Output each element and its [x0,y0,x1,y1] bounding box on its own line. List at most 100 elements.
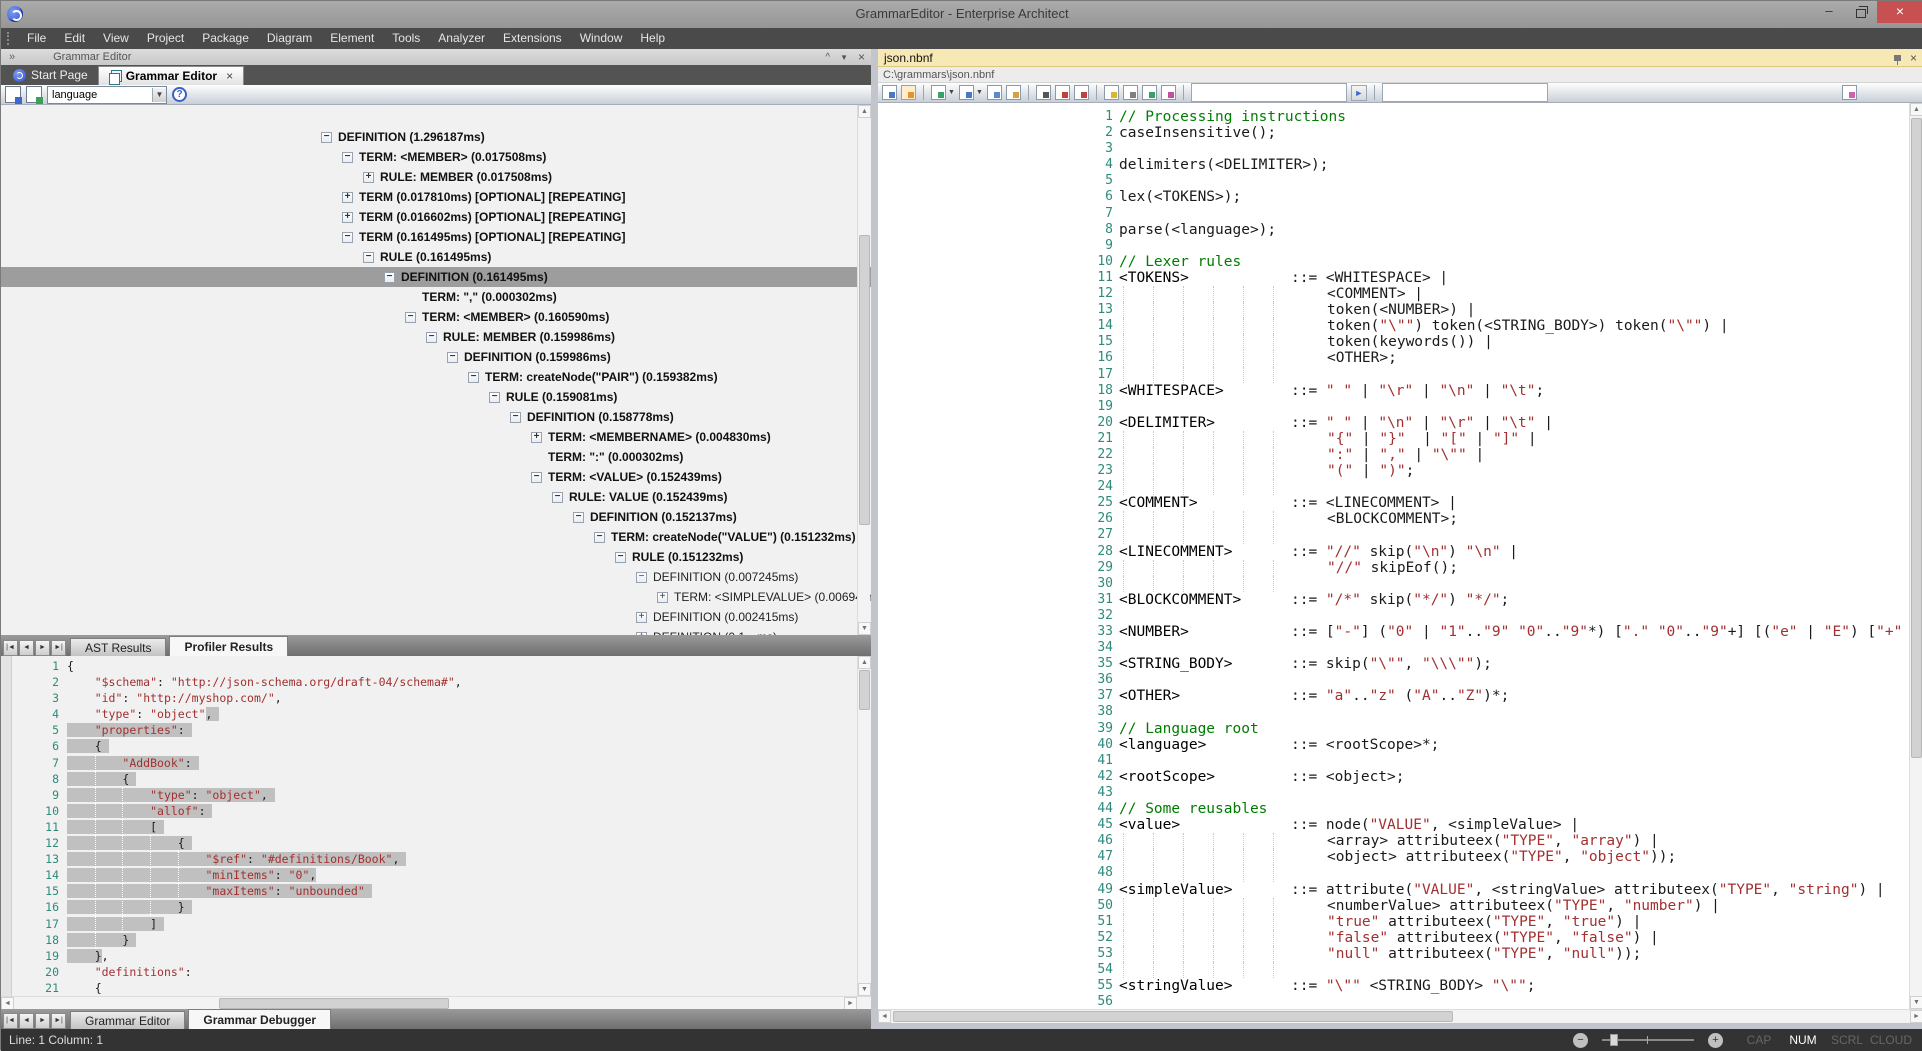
json-horizontal-scrollbar[interactable]: ◄ ► [1,996,871,1009]
scrollbar-thumb[interactable] [893,1011,1453,1022]
source-horizontal-scrollbar[interactable]: ◄ ► [878,1009,1922,1023]
plus-expander-icon[interactable]: + [363,172,374,183]
menu-element[interactable]: Element [321,28,383,49]
scroll-right-icon[interactable]: ► [1910,1010,1922,1023]
tree-row[interactable]: −DEFINITION (0.152137ms) [1,507,871,527]
tree-row[interactable]: −DEFINITION (1.296187ms) [1,127,871,147]
menu-edit[interactable]: Edit [55,28,94,49]
scroll-down-icon[interactable]: ▼ [858,622,871,635]
tree-row[interactable]: +DEFINITION (0.1…ms) [1,627,871,635]
tree-row[interactable]: −TERM: <MEMBER> (0.017508ms) [1,147,871,167]
menu-view[interactable]: View [94,28,138,49]
scrollbar-thumb[interactable] [219,998,449,1009]
tabs-scroll-first-button[interactable]: |◄ [3,640,18,656]
tree-row[interactable]: −RULE (0.151232ms) [1,547,871,567]
menu-file[interactable]: File [18,28,55,49]
edit-mode-icon[interactable] [959,85,974,100]
tab-grammar-debugger[interactable]: Grammar Debugger [188,1009,331,1029]
zoom-slider-thumb[interactable] [1610,1034,1618,1046]
tree-row[interactable]: −DEFINITION (0.158778ms) [1,407,871,427]
scroll-down-icon[interactable]: ▼ [1910,996,1922,1009]
tree-row[interactable]: −RULE (0.161495ms) [1,247,871,267]
tree-row[interactable]: −RULE (0.159081ms) [1,387,871,407]
run-parser-icon[interactable] [26,86,42,103]
scrollbar-thumb[interactable] [859,235,870,525]
minus-expander-icon[interactable]: − [636,572,647,583]
tree-row[interactable]: −TERM: <MEMBER> (0.160590ms) [1,307,871,327]
tabs-scroll-prev-button[interactable]: ◄ [19,640,34,656]
scroll-up-icon[interactable]: ▲ [858,105,871,118]
menu-help[interactable]: Help [631,28,674,49]
menu-project[interactable]: Project [138,28,193,49]
scroll-up-icon[interactable]: ▲ [1910,103,1922,116]
minus-expander-icon[interactable]: − [510,412,521,423]
tree-row[interactable]: −RULE: MEMBER (0.159986ms) [1,327,871,347]
menu-window[interactable]: Window [571,28,632,49]
tabs-scroll-first-button[interactable]: |◄ [3,1013,18,1029]
scroll-up-icon[interactable]: ▲ [858,656,871,669]
tree-row[interactable]: −TERM (0.161495ms) [OPTIONAL] [REPEATING… [1,227,871,247]
minus-expander-icon[interactable]: − [468,372,479,383]
structure-grid-icon[interactable] [1142,85,1157,100]
json-source-editor[interactable]: 1{2 "$schema": "http://json-schema.org/d… [1,656,871,996]
minus-expander-icon[interactable]: − [342,232,353,243]
menu-package[interactable]: Package [193,28,258,49]
minus-expander-icon[interactable]: − [552,492,563,503]
help-icon[interactable]: ? [172,87,187,102]
grammar-source-editor[interactable]: 1// Processing instructions2caseInsensit… [878,103,1922,1009]
zoom-out-icon[interactable]: − [1573,1033,1588,1048]
tree-row[interactable]: −TERM: <VALUE> (0.152439ms) [1,467,871,487]
plus-expander-icon[interactable]: + [342,192,353,203]
scroll-left-icon[interactable]: ◄ [878,1010,891,1023]
overflow-icon[interactable]: » [9,51,15,63]
tree-row[interactable]: +RULE: MEMBER (0.017508ms) [1,167,871,187]
plus-expander-icon[interactable]: + [531,432,542,443]
close-document-icon[interactable]: × [1910,49,1917,67]
tree-row[interactable]: −DEFINITION (0.159986ms) [1,347,871,367]
minus-expander-icon[interactable]: − [447,352,458,363]
plus-expander-icon[interactable]: + [342,212,353,223]
tree-row[interactable]: −DEFINITION (0.007245ms) [1,567,871,587]
document-title-bar[interactable]: json.nbnf × [878,49,1922,67]
menu-analyzer[interactable]: Analyzer [429,28,494,49]
validate-grammar-icon[interactable] [5,86,21,103]
tree-row[interactable]: +TERM: <SIMPLEVALUE> (0.006943ms) [1,587,871,607]
zoom-in-icon[interactable]: + [1708,1033,1723,1048]
tab-start-page[interactable]: Start Page [3,66,98,85]
restore-button[interactable] [1845,1,1877,23]
collapse-icon[interactable]: ^ [825,52,830,63]
minus-expander-icon[interactable]: − [594,532,605,543]
minus-expander-icon[interactable]: − [321,132,332,143]
indent-icon[interactable] [1123,85,1138,100]
auto-format-icon[interactable] [1104,85,1119,100]
paste-icon[interactable] [1006,85,1021,100]
minus-expander-icon[interactable]: − [405,312,416,323]
line-numbers-icon[interactable] [901,85,916,100]
tabs-scroll-next-button[interactable]: ► [35,1013,50,1029]
scroll-down-icon[interactable]: ▼ [858,983,871,996]
menu-extensions[interactable]: Extensions [494,28,571,49]
plus-expander-icon[interactable]: + [636,612,647,623]
plus-expander-icon[interactable]: + [657,592,668,603]
tree-row[interactable]: +TERM (0.017810ms) [OPTIONAL] [REPEATING… [1,187,871,207]
language-combo[interactable]: language ▼ [47,86,167,104]
minus-expander-icon[interactable]: − [342,152,353,163]
tree-row[interactable]: −RULE: VALUE (0.152439ms) [1,487,871,507]
scrollbar-thumb[interactable] [1911,118,1922,758]
tab-grammar-editor[interactable]: Grammar Editor [70,1011,185,1029]
copy-icon[interactable] [987,85,1002,100]
menu-tools[interactable]: Tools [383,28,429,49]
go-icon[interactable]: ► [1351,85,1367,101]
chevron-down-icon[interactable]: ▼ [948,89,955,96]
pin-icon[interactable] [1894,55,1901,61]
intellisense-icon[interactable] [1842,85,1857,100]
tabs-scroll-last-button[interactable]: ►| [51,640,66,656]
minimize-button[interactable]: – [1813,1,1845,23]
tree-row[interactable]: +DEFINITION (0.002415ms) [1,607,871,627]
minus-expander-icon[interactable]: − [573,512,584,523]
tabs-scroll-last-button[interactable]: ►| [51,1013,66,1029]
chevron-down-icon[interactable]: ▼ [152,88,166,102]
chevron-down-icon[interactable]: ▼ [976,89,983,96]
json-vertical-scrollbar[interactable]: ▲ ▼ [857,656,870,996]
tab-grammar-editor[interactable]: Grammar Editor× [98,66,244,85]
